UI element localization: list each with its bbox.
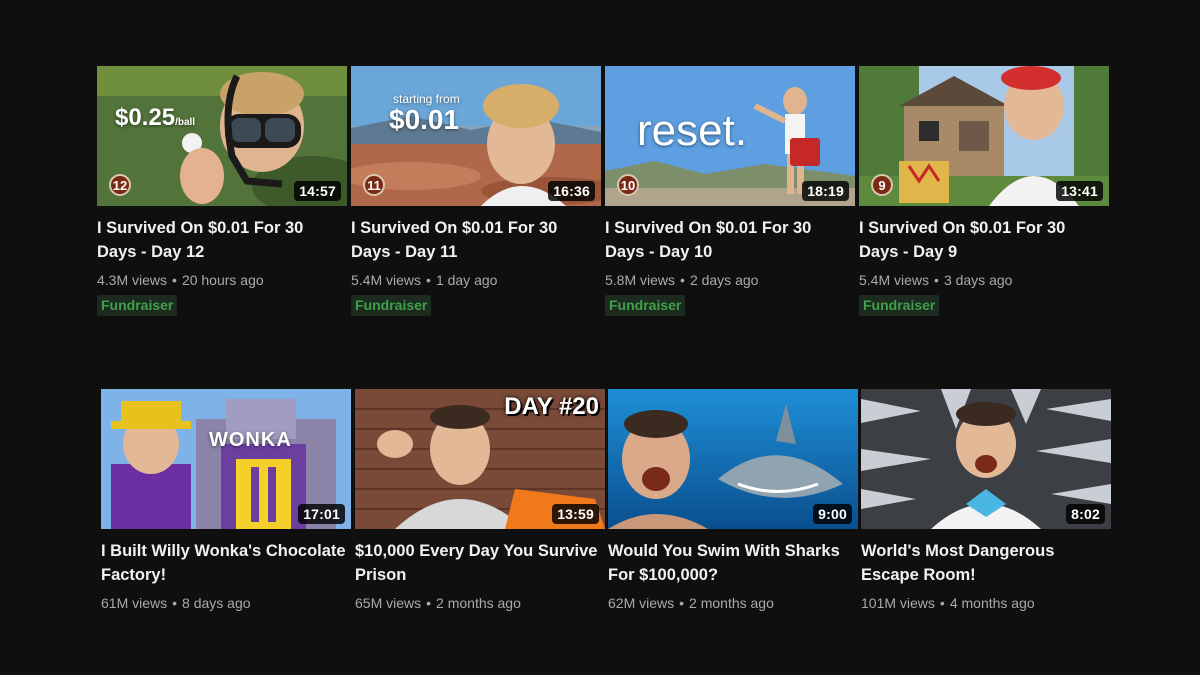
video-title[interactable]: $10,000 Every Day You Survive Prison <box>355 539 605 587</box>
episode-badge: 12 <box>109 174 131 196</box>
upload-age: 3 days ago <box>943 272 1013 288</box>
video-title[interactable]: Would You Swim With Sharks For $100,000? <box>608 539 858 587</box>
duration-badge: 18:19 <box>802 181 849 201</box>
video-thumbnail[interactable]: starting from $0.01 11 16:36 <box>351 66 601 206</box>
view-count: 62M views <box>608 595 675 611</box>
duration-badge: 8:02 <box>1066 504 1105 524</box>
episode-badge: 10 <box>617 174 639 196</box>
upload-age: 20 hours ago <box>181 272 264 288</box>
separator-dot: • <box>939 595 945 611</box>
thumbnail-sign-text: WONKA <box>209 429 292 451</box>
thumbnail-price-text: $0.25/ball <box>115 104 196 131</box>
video-meta: 65M views • 2 months ago <box>355 595 605 611</box>
video-title[interactable]: I Built Willy Wonka's Chocolate Factory! <box>101 539 351 587</box>
video-title[interactable]: World's Most Dangerous Escape Room! <box>861 539 1111 587</box>
duration-badge: 16:36 <box>548 181 595 201</box>
video-thumbnail[interactable]: $0.25/ball 12 14:57 <box>97 66 347 206</box>
view-count: 5.8M views <box>605 272 676 288</box>
upload-age: 1 day ago <box>435 272 498 288</box>
upload-age: 2 days ago <box>689 272 759 288</box>
video-meta: 4.3M views • 20 hours ago <box>97 272 347 288</box>
video-meta: 61M views • 8 days ago <box>101 595 351 611</box>
duration-badge: 17:01 <box>298 504 345 524</box>
video-thumbnail[interactable]: 9 13:41 <box>859 66 1109 206</box>
video-title[interactable]: I Survived On $0.01 For 30 Days - Day 12 <box>97 216 347 264</box>
view-count: 61M views <box>101 595 168 611</box>
video-card[interactable]: reset. 10 18:19 I Survived On $0.01 For … <box>605 66 855 316</box>
fundraiser-badge[interactable]: Fundraiser <box>859 295 940 316</box>
video-title[interactable]: I Survived On $0.01 For 30 Days - Day 10 <box>605 216 855 264</box>
video-meta: 5.8M views • 2 days ago <box>605 272 855 288</box>
upload-age: 8 days ago <box>182 595 251 611</box>
video-meta: 101M views • 4 months ago <box>861 595 1111 611</box>
separator-dot: • <box>679 595 685 611</box>
fundraiser-badge[interactable]: Fundraiser <box>605 295 686 316</box>
video-meta: 5.4M views • 3 days ago <box>859 272 1109 288</box>
video-thumbnail[interactable]: reset. 10 18:19 <box>605 66 855 206</box>
video-card[interactable]: WONKA 17:01 I Built Willy Wonka's Chocol… <box>101 389 351 611</box>
duration-badge: 9:00 <box>813 504 852 524</box>
view-count: 5.4M views <box>859 272 930 288</box>
video-thumbnail[interactable]: 8:02 <box>861 389 1111 529</box>
video-card[interactable]: starting from $0.01 11 16:36 I Survived … <box>351 66 601 316</box>
video-card[interactable]: 8:02 World's Most Dangerous Escape Room!… <box>861 389 1111 611</box>
video-thumbnail[interactable]: 9:00 <box>608 389 858 529</box>
separator-dot: • <box>426 595 432 611</box>
view-count: 101M views <box>861 595 935 611</box>
video-card[interactable]: 9:00 Would You Swim With Sharks For $100… <box>608 389 858 611</box>
view-count: 5.4M views <box>351 272 422 288</box>
fundraiser-badge[interactable]: Fundraiser <box>97 295 178 316</box>
upload-age: 2 months ago <box>689 595 774 611</box>
video-card[interactable]: DAY #20 13:59 $10,000 Every Day You Surv… <box>355 389 605 611</box>
episode-badge: 9 <box>871 174 893 196</box>
fundraiser-badge[interactable]: Fundraiser <box>351 295 432 316</box>
duration-badge: 13:41 <box>1056 181 1103 201</box>
video-title[interactable]: I Survived On $0.01 For 30 Days - Day 11 <box>351 216 601 264</box>
thumbnail-price-text: $0.01 <box>389 104 460 135</box>
separator-dot: • <box>934 272 939 288</box>
separator-dot: • <box>426 272 431 288</box>
thumbnail-headline: reset. <box>637 106 748 155</box>
view-count: 4.3M views <box>97 272 168 288</box>
video-title[interactable]: I Survived On $0.01 For 30 Days - Day 9 <box>859 216 1109 264</box>
video-card[interactable]: 9 13:41 I Survived On $0.01 For 30 Days … <box>859 66 1109 316</box>
duration-badge: 13:59 <box>552 504 599 524</box>
upload-age: 4 months ago <box>949 595 1035 611</box>
video-thumbnail[interactable]: WONKA 17:01 <box>101 389 351 529</box>
thumbnail-day-text: DAY #20 <box>504 393 599 420</box>
video-grid: $0.25/ball 12 14:57 I Survived On $0.01 … <box>0 0 1200 675</box>
video-thumbnail[interactable]: DAY #20 13:59 <box>355 389 605 529</box>
video-meta: 62M views • 2 months ago <box>608 595 858 611</box>
separator-dot: • <box>172 595 178 611</box>
duration-badge: 14:57 <box>294 181 341 201</box>
episode-badge: 11 <box>363 174 385 196</box>
video-meta: 5.4M views • 1 day ago <box>351 272 601 288</box>
video-card[interactable]: $0.25/ball 12 14:57 I Survived On $0.01 … <box>97 66 347 316</box>
view-count: 65M views <box>355 595 422 611</box>
separator-dot: • <box>680 272 685 288</box>
upload-age: 2 months ago <box>436 595 521 611</box>
separator-dot: • <box>172 272 177 288</box>
